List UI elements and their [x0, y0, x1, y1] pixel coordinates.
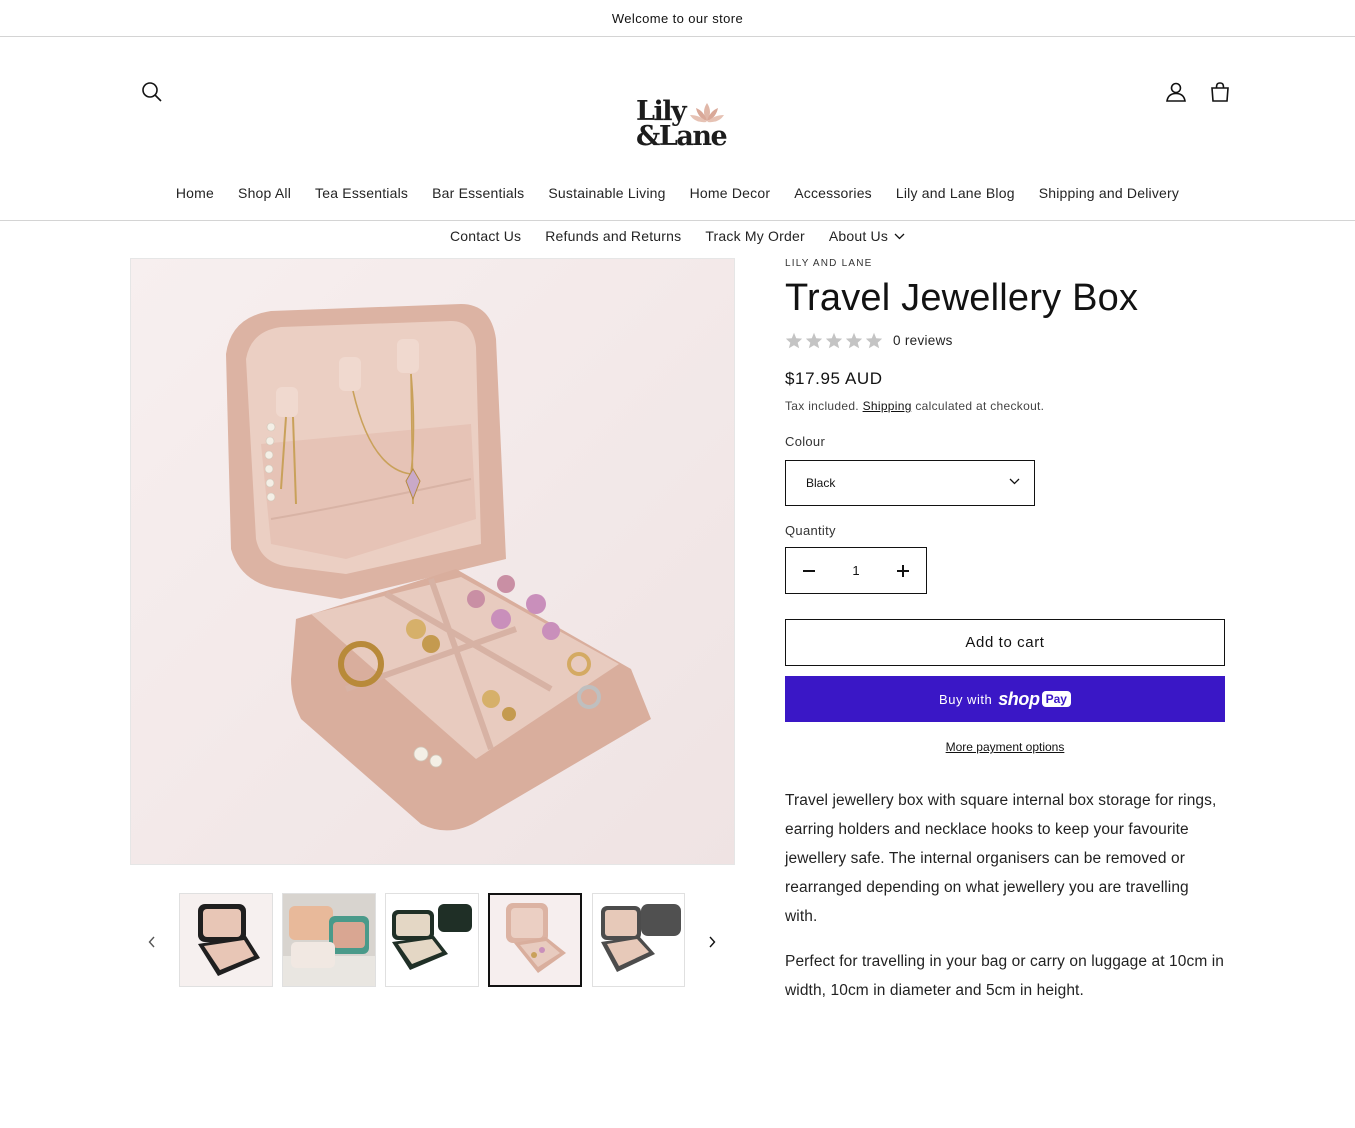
nav-shipping-delivery[interactable]: Shipping and Delivery: [1027, 182, 1191, 204]
quantity-stepper: 1: [785, 547, 927, 594]
product-title: Travel Jewellery Box: [785, 277, 1139, 319]
main-nav-row-1: Home Shop All Tea Essentials Bar Essenti…: [0, 182, 1355, 204]
product-vendor: LILY AND LANE: [785, 258, 873, 269]
chevron-right-icon: [709, 936, 716, 948]
tax-prefix: Tax included.: [785, 399, 859, 413]
plus-icon: [897, 564, 909, 577]
more-payment-options-link[interactable]: More payment options: [785, 740, 1225, 754]
nav-tea-essentials[interactable]: Tea Essentials: [303, 182, 420, 204]
tax-note: Tax included. Shipping calculated at che…: [785, 399, 1225, 413]
shipping-link[interactable]: Shipping: [863, 399, 912, 413]
colour-label: Colour: [785, 434, 826, 449]
cart-button[interactable]: [1198, 70, 1242, 114]
jewellery-box-image: [131, 259, 734, 864]
logo-line-2: &Lane: [636, 121, 728, 152]
shop-pay-button[interactable]: Buy with shop Pay: [785, 676, 1225, 722]
product-info: LILY AND LANE Travel Jewellery Box 0 rev…: [785, 258, 1225, 999]
star-icon: [785, 332, 803, 349]
quantity-input[interactable]: 1: [832, 563, 880, 578]
minus-icon: [803, 569, 815, 572]
shop-pay-pay-word: Pay: [1041, 691, 1071, 707]
tax-suffix: calculated at checkout.: [915, 399, 1045, 413]
product-rating[interactable]: 0 reviews: [785, 332, 1225, 349]
nav-track-order[interactable]: Track My Order: [693, 225, 817, 247]
store-logo[interactable]: Lily &Lane: [630, 98, 730, 161]
star-icon: [805, 332, 823, 349]
description-paragraph-2: Perfect for travelling in your bag or ca…: [785, 953, 1225, 999]
star-icon: [865, 332, 883, 349]
chevron-down-icon: [1009, 478, 1020, 485]
thumbnail-mint-pink[interactable]: [282, 893, 376, 987]
thumbnail-grey[interactable]: [592, 893, 685, 987]
cart-icon: [1211, 82, 1229, 102]
nav-home[interactable]: Home: [164, 182, 226, 204]
nav-sustainable-living[interactable]: Sustainable Living: [536, 182, 677, 204]
colour-select[interactable]: Black: [785, 460, 1035, 506]
thumbnail-image: [283, 894, 375, 986]
product-price: $17.95 AUD: [785, 369, 883, 388]
announcement-text: Welcome to our store: [611, 10, 744, 26]
description-paragraph-1: Travel jewellery box with square interna…: [785, 792, 1217, 925]
nav-shop-all[interactable]: Shop All: [226, 182, 303, 204]
add-to-cart-button[interactable]: Add to cart: [785, 619, 1225, 666]
quantity-label: Quantity: [785, 523, 836, 538]
nav-refunds-returns[interactable]: Refunds and Returns: [533, 225, 693, 247]
product-description: Travel jewellery box with square interna…: [785, 786, 1225, 1021]
shop-pay-shop-word: shop: [998, 688, 1040, 709]
star-icon: [825, 332, 843, 349]
thumbnail-image: [593, 894, 684, 986]
account-button[interactable]: [1154, 70, 1198, 114]
colour-value: Black: [806, 476, 836, 490]
search-button[interactable]: [130, 70, 174, 114]
review-count: 0 reviews: [893, 333, 953, 348]
nav-home-decor[interactable]: Home Decor: [678, 182, 783, 204]
main-nav-row-2: Contact Us Refunds and Returns Track My …: [0, 225, 1355, 247]
star-icon: [845, 332, 863, 349]
quantity-decrease-button[interactable]: [786, 548, 832, 593]
site-header: Lily &Lane Home Shop All Tea Essentials …: [0, 37, 1355, 244]
thumbnail-image: [490, 895, 580, 985]
shop-pay-logo: shop Pay: [998, 689, 1071, 710]
thumbnail-pink[interactable]: [488, 893, 582, 987]
thumbnail-slider: [130, 893, 735, 987]
thumbnail-image: [180, 894, 272, 986]
thumb-next-button[interactable]: [702, 932, 722, 952]
search-icon: [142, 82, 162, 102]
chevron-down-icon: [894, 233, 905, 239]
announcement-bar: Welcome to our store: [0, 0, 1355, 37]
product-main-image[interactable]: [130, 258, 735, 865]
lotus-icon: [690, 103, 724, 123]
rating-stars: [785, 332, 883, 349]
nav-bar-essentials[interactable]: Bar Essentials: [420, 182, 536, 204]
nav-about-us[interactable]: About Us: [817, 225, 917, 247]
thumbnail-black[interactable]: [179, 893, 273, 987]
nav-contact-us[interactable]: Contact Us: [438, 225, 533, 247]
nav-accessories[interactable]: Accessories: [782, 182, 884, 204]
thumbnail-dark-green[interactable]: [385, 893, 479, 987]
nav-about-us-label: About Us: [828, 228, 889, 244]
account-icon: [1166, 82, 1186, 102]
nav-blog[interactable]: Lily and Lane Blog: [884, 182, 1027, 204]
quantity-increase-button[interactable]: [880, 548, 926, 593]
buy-with-label: Buy with: [939, 691, 993, 707]
thumbnail-image: [386, 894, 478, 986]
